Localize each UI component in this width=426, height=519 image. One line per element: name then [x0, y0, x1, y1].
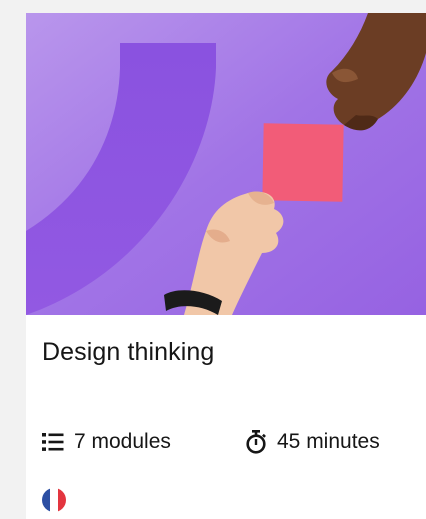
course-title[interactable]: Design thinking	[42, 336, 214, 368]
duration-label: 45 minutes	[277, 430, 380, 453]
course-card[interactable]: Design thinking 7 modules 45 minutes	[26, 13, 426, 519]
france-flag-icon	[42, 488, 66, 512]
modules-count: 7 modules	[42, 429, 171, 455]
course-hero-image	[26, 13, 426, 315]
stopwatch-icon	[245, 430, 267, 454]
list-icon	[42, 431, 64, 453]
course-duration: 45 minutes	[245, 429, 380, 455]
sticky-note	[262, 123, 344, 202]
modules-label: 7 modules	[74, 430, 171, 453]
